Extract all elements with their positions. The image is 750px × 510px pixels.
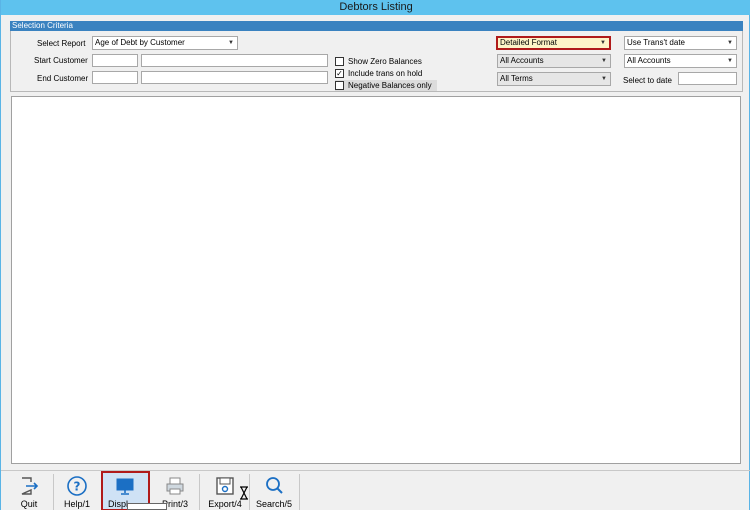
start-customer-label: Start Customer bbox=[34, 56, 88, 65]
show-zero-balances-label: Show Zero Balances bbox=[348, 57, 422, 66]
end-customer-name-input[interactable] bbox=[141, 71, 328, 84]
search-button[interactable]: Search/5 bbox=[250, 471, 298, 510]
negative-balances-only-label: Negative Balances only bbox=[348, 81, 432, 90]
tooltip bbox=[127, 503, 167, 510]
terms-filter-value: All Terms bbox=[500, 74, 533, 83]
quit-label: Quit bbox=[20, 499, 38, 509]
checkbox-box[interactable] bbox=[335, 57, 344, 66]
checkmark-icon[interactable]: ✓ bbox=[335, 69, 344, 78]
help-icon: ? bbox=[67, 476, 87, 496]
include-trans-on-hold-checkbox[interactable]: ✓ Include trans on hold bbox=[335, 68, 435, 79]
debtors-listing-window: Debtors Listing Selection Criteria Selec… bbox=[0, 0, 750, 510]
accounts-filter-dropdown[interactable]: All Accounts ▼ bbox=[497, 54, 611, 68]
quit-button[interactable]: Quit bbox=[5, 471, 53, 510]
svg-text:?: ? bbox=[74, 480, 81, 494]
export-label: Export/4 bbox=[208, 499, 242, 509]
accounts-filter-value: All Accounts bbox=[500, 56, 544, 65]
select-report-label: Select Report bbox=[37, 39, 86, 48]
show-zero-balances-checkbox[interactable]: Show Zero Balances bbox=[335, 56, 435, 67]
report-format-value: Detailed Format bbox=[500, 38, 557, 47]
date-mode-dropdown[interactable]: Use Trans't date ▼ bbox=[624, 36, 737, 50]
window-title: Debtors Listing bbox=[1, 0, 750, 15]
chevron-down-icon: ▼ bbox=[601, 58, 607, 64]
save-disk-icon bbox=[216, 477, 234, 495]
include-trans-on-hold-label: Include trans on hold bbox=[348, 69, 423, 78]
report-results-pane[interactable] bbox=[11, 96, 741, 464]
chevron-down-icon: ▼ bbox=[601, 76, 607, 82]
accounts-type-value: All Accounts bbox=[627, 56, 671, 65]
chevron-down-icon: ▼ bbox=[727, 58, 733, 64]
end-customer-label: End Customer bbox=[37, 74, 89, 83]
negative-balances-only-checkbox[interactable]: Negative Balances only bbox=[335, 80, 437, 91]
monitor-icon bbox=[116, 478, 134, 495]
printer-icon bbox=[166, 477, 184, 495]
select-to-date-input[interactable] bbox=[678, 72, 737, 85]
chevron-down-icon: ▼ bbox=[600, 40, 606, 46]
toolbar-divider bbox=[299, 474, 300, 510]
date-mode-value: Use Trans't date bbox=[627, 38, 685, 47]
start-customer-name-input[interactable] bbox=[141, 54, 328, 67]
start-customer-code-input[interactable] bbox=[92, 54, 138, 67]
report-format-dropdown[interactable]: Detailed Format ▼ bbox=[496, 36, 611, 50]
checkbox-box[interactable] bbox=[335, 81, 344, 90]
search-icon bbox=[266, 477, 283, 494]
toolbar-divider bbox=[199, 474, 200, 510]
select-report-value: Age of Debt by Customer bbox=[95, 38, 185, 47]
select-report-dropdown[interactable]: Age of Debt by Customer ▼ bbox=[92, 36, 238, 50]
chevron-down-icon: ▼ bbox=[727, 40, 733, 46]
search-label: Search/5 bbox=[255, 499, 293, 509]
selection-criteria-header: Selection Criteria bbox=[10, 21, 743, 31]
hourglass-cursor-icon bbox=[240, 486, 248, 500]
accounts-type-dropdown[interactable]: All Accounts ▼ bbox=[624, 54, 737, 68]
end-customer-code-input[interactable] bbox=[92, 71, 138, 84]
chevron-down-icon: ▼ bbox=[228, 40, 234, 46]
select-to-date-label: Select to date bbox=[623, 76, 672, 85]
exit-icon bbox=[21, 477, 39, 495]
terms-filter-dropdown[interactable]: All Terms ▼ bbox=[497, 72, 611, 86]
